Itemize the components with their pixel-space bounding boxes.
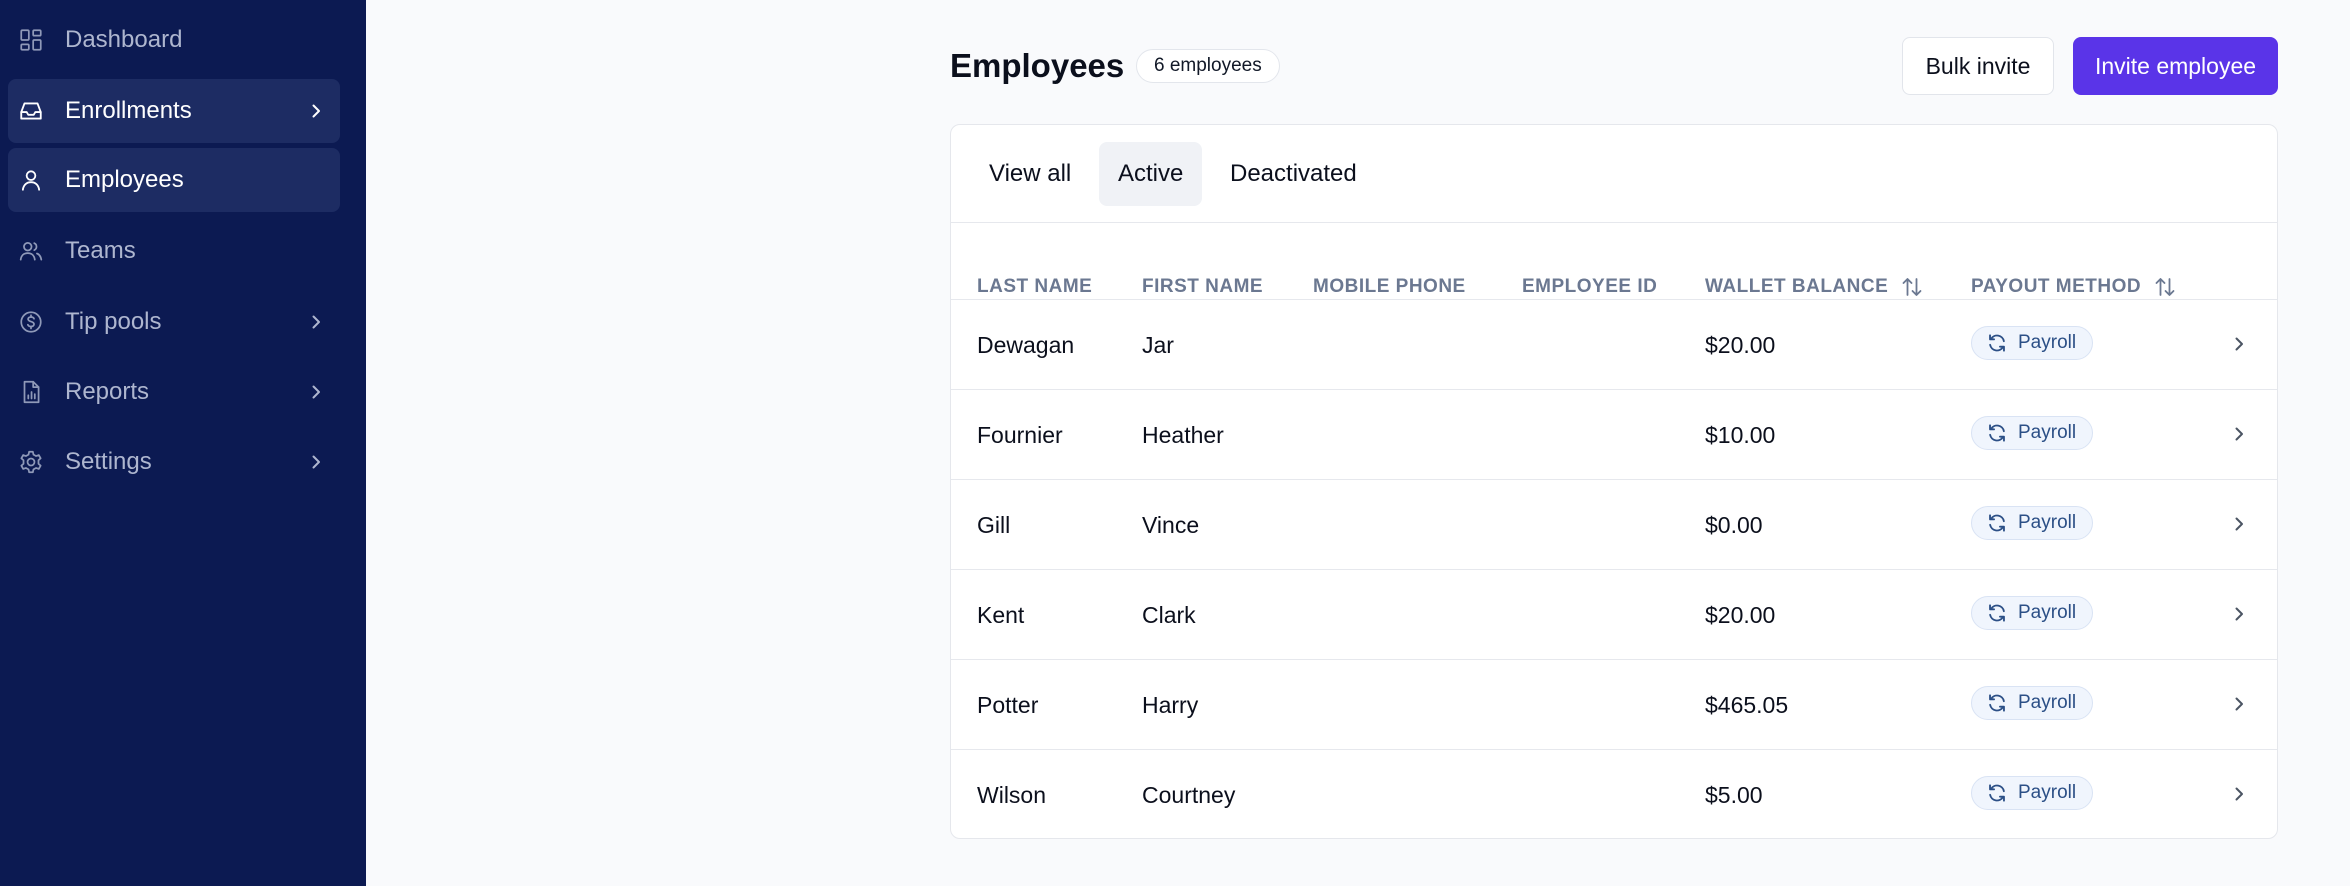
cell-first-name: Harry xyxy=(1142,692,1199,718)
page-title: Employees xyxy=(950,47,1125,84)
tab-deactivated[interactable]: Deactivated xyxy=(1211,142,1376,206)
table-row[interactable]: Wilson Courtney $5.00 Payroll xyxy=(951,750,2277,838)
chevron-right-icon xyxy=(306,382,326,402)
payout-method-badge: Payroll xyxy=(1971,686,2094,720)
cell-first-name: Vince xyxy=(1142,512,1200,538)
sidebar-item-label: Employees xyxy=(65,166,184,193)
report-icon xyxy=(18,379,44,405)
chevron-right-icon[interactable] xyxy=(2229,424,2249,444)
payout-method-badge: Payroll xyxy=(1971,596,2094,630)
refresh-icon xyxy=(1986,332,2008,354)
sidebar-item-label: Settings xyxy=(65,448,152,475)
sidebar-item-label: Tip pools xyxy=(65,308,162,335)
chevron-right-icon xyxy=(306,452,326,472)
sidebar-item-reports[interactable]: Reports xyxy=(8,360,340,424)
sidebar-item-teams[interactable]: Teams xyxy=(8,219,340,283)
cell-first-name: Heather xyxy=(1142,422,1224,448)
cell-wallet-balance: $5.00 xyxy=(1705,782,1763,808)
chevron-right-icon xyxy=(306,101,326,121)
payout-method-label: Payroll xyxy=(2018,512,2077,533)
chevron-right-icon[interactable] xyxy=(2229,694,2249,714)
employee-count-badge: 6 employees xyxy=(1136,49,1280,83)
sidebar: Dashboard Enrollments Employees Teams Ti… xyxy=(0,0,366,886)
sidebar-item-enrollments[interactable]: Enrollments xyxy=(8,79,340,143)
cell-wallet-balance: $20.00 xyxy=(1705,332,1776,358)
sidebar-item-label: Dashboard xyxy=(65,26,183,53)
refresh-icon xyxy=(1986,422,2008,444)
table-row[interactable]: Fournier Heather $10.00 Payroll xyxy=(951,390,2277,480)
refresh-icon xyxy=(1986,692,2008,714)
refresh-icon xyxy=(1986,602,2008,624)
sidebar-item-tip-pools[interactable]: Tip pools xyxy=(8,290,340,354)
sidebar-item-employees[interactable]: Employees xyxy=(8,148,340,212)
payout-method-label: Payroll xyxy=(2018,602,2077,623)
payout-method-badge: Payroll xyxy=(1971,776,2094,810)
cell-wallet-balance: $20.00 xyxy=(1705,602,1776,628)
sidebar-item-label: Teams xyxy=(65,237,136,264)
table-row[interactable]: Dewagan Jar $20.00 Payroll xyxy=(951,300,2277,390)
invite-employee-button[interactable]: Invite employee xyxy=(2073,37,2278,95)
divider xyxy=(951,222,2277,223)
grid-icon xyxy=(18,27,44,53)
payout-method-badge: Payroll xyxy=(1971,326,2094,360)
sidebar-item-label: Reports xyxy=(65,378,150,405)
table-row[interactable]: Gill Vince $0.00 Payroll xyxy=(951,480,2277,570)
chevron-right-icon[interactable] xyxy=(2229,784,2249,804)
tab-active[interactable]: Active xyxy=(1099,142,1203,206)
chevron-right-icon xyxy=(306,312,326,332)
cell-wallet-balance: $10.00 xyxy=(1705,422,1776,448)
cell-first-name: Jar xyxy=(1142,332,1174,358)
bulk-invite-button[interactable]: Bulk invite xyxy=(1902,37,2054,95)
cell-last-name: Gill xyxy=(977,512,1011,538)
dollar-circle-icon xyxy=(18,309,44,335)
user-icon xyxy=(18,167,44,193)
cell-first-name: Courtney xyxy=(1142,782,1236,808)
sort-icon[interactable] xyxy=(2153,275,2177,299)
sidebar-item-dashboard[interactable]: Dashboard xyxy=(8,8,340,72)
cell-last-name: Fournier xyxy=(977,422,1063,448)
chevron-right-icon[interactable] xyxy=(2229,334,2249,354)
payout-method-badge: Payroll xyxy=(1971,416,2094,450)
employees-card: View all Active Deactivated LAST NAME FI… xyxy=(950,124,2278,839)
payout-method-label: Payroll xyxy=(2018,332,2077,353)
payout-method-badge: Payroll xyxy=(1971,506,2094,540)
sidebar-item-label: Enrollments xyxy=(65,97,192,124)
cell-first-name: Clark xyxy=(1142,602,1196,628)
chevron-right-icon[interactable] xyxy=(2229,604,2249,624)
refresh-icon xyxy=(1986,512,2008,534)
cell-last-name: Potter xyxy=(977,692,1039,718)
inbox-icon xyxy=(18,98,44,124)
chevron-right-icon[interactable] xyxy=(2229,514,2249,534)
cell-wallet-balance: $465.05 xyxy=(1705,692,1789,718)
payout-method-label: Payroll xyxy=(2018,782,2077,803)
refresh-icon xyxy=(1986,782,2008,804)
gear-icon xyxy=(18,449,44,475)
sidebar-item-settings[interactable]: Settings xyxy=(8,430,340,494)
cell-last-name: Kent xyxy=(977,602,1025,628)
cell-wallet-balance: $0.00 xyxy=(1705,512,1763,538)
sort-icon[interactable] xyxy=(1900,275,1924,299)
payout-method-label: Payroll xyxy=(2018,692,2077,713)
tab-view-all[interactable]: View all xyxy=(970,142,1090,206)
payout-method-label: Payroll xyxy=(2018,422,2077,443)
table-row[interactable]: Potter Harry $465.05 Payroll xyxy=(951,660,2277,750)
cell-last-name: Wilson xyxy=(977,782,1047,808)
users-icon xyxy=(18,238,44,264)
cell-last-name: Dewagan xyxy=(977,332,1075,358)
table-row[interactable]: Kent Clark $20.00 Payroll xyxy=(951,570,2277,660)
